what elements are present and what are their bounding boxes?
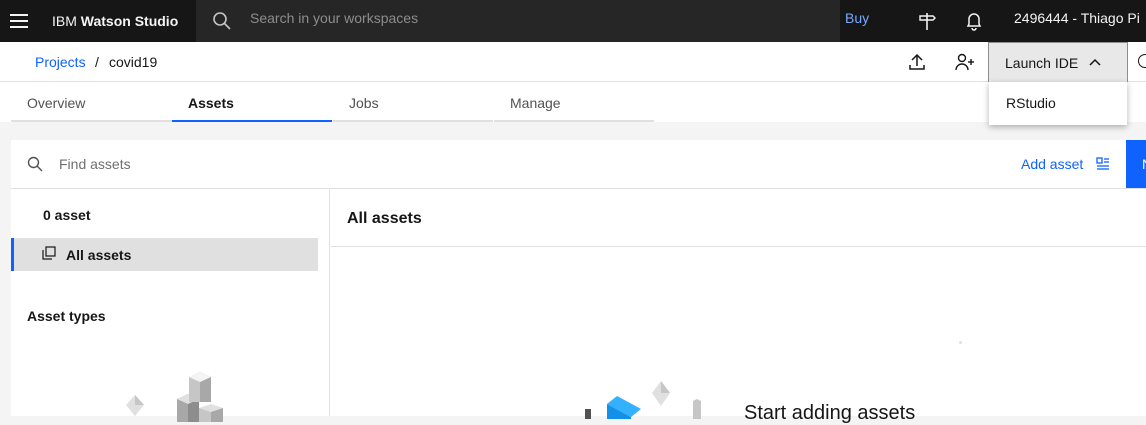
new-asset-button[interactable]: N [1126,140,1146,188]
asset-count: 0 asset [43,207,91,223]
chevron-up-icon [1089,58,1101,66]
project-tabs: Overview Assets Jobs Manage [0,82,1146,122]
add-asset-button[interactable]: Add asset [1021,140,1083,189]
launch-ide-button[interactable]: Launch IDE [988,42,1128,83]
assets-main-title: All assets [347,210,422,227]
tab-assets[interactable]: Assets [172,82,332,122]
tab-overview[interactable]: Overview [11,82,172,122]
asset-filter-panel: 0 asset All assets Asset types [11,189,330,422]
upload-button[interactable] [897,42,937,82]
empty-state-illustration [585,381,701,419]
help-icon[interactable] [1138,54,1146,68]
hamburger-menu-button[interactable] [0,0,38,42]
find-assets-input[interactable]: Find assets [59,140,131,189]
global-search[interactable]: Search in your workspaces [196,0,840,42]
upload-icon [909,53,925,70]
product-name[interactable]: IBM Watson Studio [52,0,178,42]
decorative-dot [959,341,962,344]
breadcrumb-current: covid19 [109,54,158,70]
tab-manage[interactable]: Manage [494,82,654,122]
notifications-button[interactable] [953,0,995,42]
buildings-illustration [126,372,223,422]
asset-types-heading: Asset types [27,308,106,324]
tab-jobs[interactable]: Jobs [333,82,493,122]
buy-link[interactable]: Buy [845,0,869,42]
account-switcher[interactable]: 2496444 - Thiago Pi [1014,0,1140,42]
brand-prefix: IBM [52,13,77,29]
hamburger-icon [10,14,28,28]
assets-main-panel: All assets Start adding assets [331,189,1146,424]
global-search-input[interactable]: Search in your workspaces [250,0,418,42]
brand-name: Watson Studio [80,13,179,29]
breadcrumb-separator: / [95,54,99,70]
signpost-button[interactable] [906,0,948,42]
add-collaborator-button[interactable] [945,42,985,82]
filter-all-assets[interactable]: All assets [11,238,318,271]
breadcrumb-projects-link[interactable]: Projects [35,42,86,82]
notification-icon [966,13,982,31]
assets-content: Find assets Add asset N 0 asset All asse… [11,140,1146,424]
add-asset-icon[interactable] [1096,157,1110,171]
new-asset-label: N [1142,156,1146,172]
copy-icon [42,246,56,260]
search-icon [213,12,231,30]
launch-ide-menu: RStudio [989,82,1127,125]
assets-main-header: All assets [331,189,1146,247]
menu-item-rstudio[interactable]: RStudio [989,82,1127,125]
filter-all-assets-label: All assets [66,247,132,263]
launch-ide-label: Launch IDE [1005,55,1079,71]
empty-state-title: Start adding assets [744,402,916,424]
add-collaborator-icon [955,53,974,71]
signpost-icon [919,13,936,30]
search-icon [27,156,43,172]
project-header: Projects / covid19 Launch IDE [0,42,1146,83]
find-assets-bar: Find assets Add asset N [11,140,1146,189]
top-navigation-bar: IBM Watson Studio Search in your workspa… [0,0,1146,42]
